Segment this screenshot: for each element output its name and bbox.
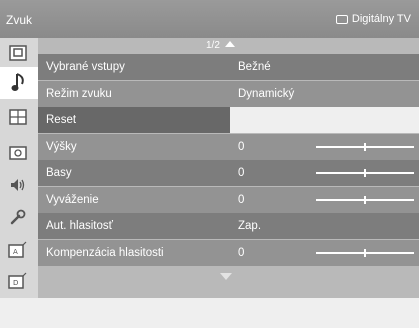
volume-compensation-slider[interactable] xyxy=(316,249,414,257)
music-note-icon[interactable] xyxy=(0,67,38,99)
category-sidebar: A D xyxy=(0,38,38,298)
row-label: Aut. hlasitosť xyxy=(46,220,113,232)
tv-icon xyxy=(335,14,348,24)
slider-thumb[interactable] xyxy=(364,249,366,257)
row-label: Výšky xyxy=(46,141,77,153)
row-value-area xyxy=(230,107,419,133)
svg-text:D: D xyxy=(13,279,18,287)
input-icon[interactable] xyxy=(7,42,29,64)
row-value: Dynamický xyxy=(238,88,295,100)
row-label: Vybrané vstupy xyxy=(46,61,125,73)
row-label: Reset xyxy=(46,114,77,126)
scroll-up-icon[interactable] xyxy=(225,41,235,47)
balance-slider[interactable] xyxy=(316,196,414,204)
row-label: Basy xyxy=(46,167,72,179)
bass-slider[interactable] xyxy=(316,169,414,177)
analog-channel-icon[interactable]: A xyxy=(7,239,29,261)
page-indicator: 1/2 xyxy=(38,38,419,54)
row-value: Bežné xyxy=(238,61,271,73)
svg-text:A: A xyxy=(13,248,18,256)
slider-thumb[interactable] xyxy=(364,169,366,177)
row-value: 0 xyxy=(238,141,245,153)
digital-channel-icon[interactable]: D xyxy=(7,270,29,292)
menu-row-reset[interactable]: Reset xyxy=(38,107,419,133)
picture-grid-icon[interactable] xyxy=(7,106,29,128)
row-label: Vyváženie xyxy=(46,194,99,206)
slider-thumb[interactable] xyxy=(364,143,366,151)
menu-row-selected-inputs[interactable]: Vybrané vstupy Bežné xyxy=(38,54,419,80)
row-label: Režim zvuku xyxy=(46,88,112,100)
speaker-icon[interactable] xyxy=(7,174,29,196)
camera-icon[interactable] xyxy=(7,142,29,164)
row-value: Zap. xyxy=(238,220,262,232)
wrench-icon[interactable] xyxy=(7,206,29,228)
menu-row-volume-compensation[interactable]: Kompenzácia hlasitosti 0 xyxy=(38,240,419,266)
slider-thumb[interactable] xyxy=(364,196,366,204)
source-indicator: Digitálny TV xyxy=(335,13,411,25)
settings-panel: 1/2 Vybrané vstupy Bežné Režim zvuku Dyn… xyxy=(38,38,419,298)
row-value: 0 xyxy=(238,247,245,259)
page-number: 1/2 xyxy=(206,40,220,51)
scroll-down-icon[interactable] xyxy=(220,273,232,280)
menu-title: Zvuk xyxy=(6,13,33,27)
menu-row-bass[interactable]: Basy 0 xyxy=(38,160,419,186)
menu-row-sound-mode[interactable]: Režim zvuku Dynamický xyxy=(38,81,419,107)
menu-row-treble[interactable]: Výšky 0 xyxy=(38,134,419,160)
row-value: 0 xyxy=(238,194,245,206)
title-bar: Zvuk Digitálny TV xyxy=(0,0,419,38)
menu-row-balance[interactable]: Vyváženie 0 xyxy=(38,187,419,213)
row-value: 0 xyxy=(238,167,245,179)
treble-slider[interactable] xyxy=(316,143,414,151)
row-label: Kompenzácia hlasitosti xyxy=(46,247,164,259)
source-label: Digitálny TV xyxy=(351,13,411,25)
menu-row-auto-volume[interactable]: Aut. hlasitosť Zap. xyxy=(38,213,419,239)
